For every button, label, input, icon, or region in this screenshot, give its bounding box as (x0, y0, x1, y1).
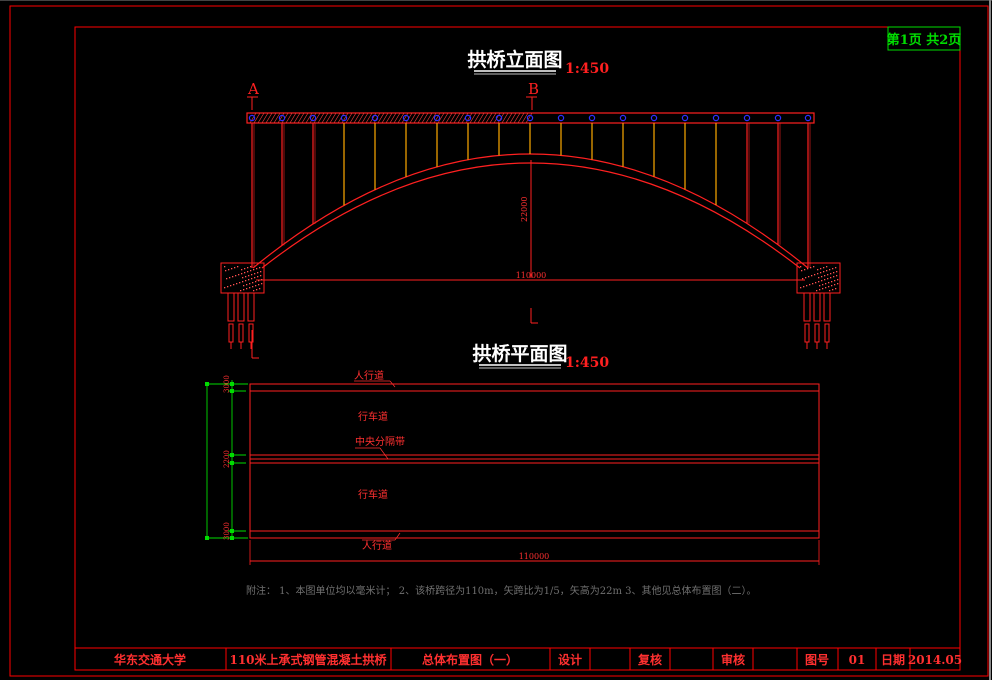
date-value: 2014.05 (908, 653, 962, 667)
elevation-scale: 1:450 (565, 61, 609, 77)
label-carriageway-bottom: 行车道 (358, 488, 388, 501)
date-label: 日期 (881, 652, 905, 667)
label-carriageway-top: 行车道 (358, 410, 388, 423)
deck-hatching (249, 112, 533, 124)
plan-deck-outline (249, 383, 820, 539)
label-sidewalk-bottom: 人行道 (362, 539, 392, 552)
elevation-title: 拱桥立面图 (467, 48, 562, 71)
bearing-mark (774, 114, 782, 122)
bearing-mark (681, 114, 689, 122)
bearing-mark (804, 114, 812, 122)
design-label: 设计 (558, 652, 582, 667)
plan-span-dimension: 110000 (519, 552, 550, 561)
dim-sidewalk-width-bottom: 3000 (223, 522, 231, 540)
bridge-deck (246, 112, 815, 124)
bearing-mark (619, 114, 627, 122)
school-name: 华东交通大学 (114, 652, 186, 667)
label-sidewalk-top: 人行道 (354, 369, 384, 382)
cad-drawing-sheet: 第1页 共2页 拱桥立面图 1:450 A B 22000 110000 拱桥平… (0, 0, 992, 680)
drawing-number-label: 图号 (805, 652, 829, 667)
bearing-mark (650, 114, 658, 122)
plan-scale: 1:450 (565, 355, 609, 371)
drawing-number: 01 (849, 653, 866, 667)
drawing-notes: 附注： 1、本图单位均以毫米计； 2、该桥跨径为110m，矢跨比为1/5，矢高为… (246, 584, 757, 597)
bearing-mark (588, 114, 596, 122)
page-label: 第1页 共2页 (887, 32, 962, 48)
bearing-mark (712, 114, 720, 122)
bearing-mark (743, 114, 751, 122)
drawing-name: 总体布置图（一） (422, 652, 518, 667)
foundation-piles (227, 292, 831, 349)
bearing-mark (557, 114, 565, 122)
section-marker-a: A (247, 80, 259, 98)
project-name: 110米上承式钢管混凝土拱桥 (229, 652, 387, 667)
review-label: 复核 (637, 652, 662, 667)
plan-title: 拱桥平面图 (472, 342, 567, 365)
sheet-outer-border (9, 5, 989, 677)
dim-sidewalk-width-top: 3000 (223, 375, 231, 393)
span-dimension: 110000 (516, 271, 547, 280)
section-marker-b: B (528, 80, 539, 98)
rise-dimension: 22000 (520, 197, 529, 222)
dim-median-width: 2200 (223, 450, 231, 468)
label-median: 中央分隔带 (355, 435, 405, 448)
approve-label: 审核 (721, 652, 745, 667)
